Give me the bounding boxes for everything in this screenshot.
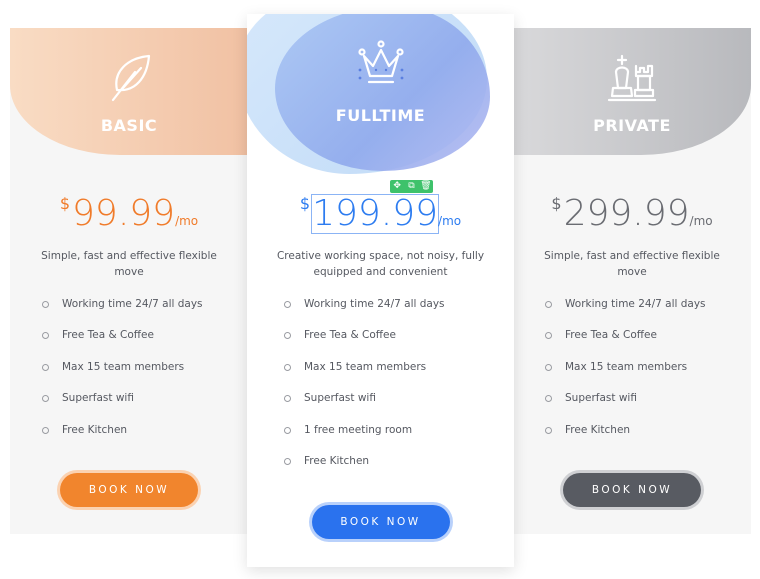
circle-bullet-icon [42, 363, 49, 371]
list-item: Working time 24/7 all days [282, 296, 504, 327]
price-amount: 99.99 [72, 193, 176, 234]
feature-list: Working time 24/7 all days Free Tea & Co… [543, 296, 741, 453]
price-period: /mo [689, 214, 713, 228]
circle-bullet-icon [284, 457, 291, 465]
pricing-card-private: PRIVATE $299.99/mo Simple, fast and effe… [513, 28, 751, 534]
list-item: Free Tea & Coffee [282, 327, 504, 358]
circle-bullet-icon [545, 426, 552, 434]
circle-bullet-icon [545, 301, 552, 308]
list-item: Free Tea & Coffee [40, 327, 238, 358]
currency-symbol: $ [59, 194, 71, 213]
chess-pieces-icon [606, 52, 658, 108]
plan-price: $299.99/mo [513, 193, 751, 234]
list-item: Free Kitchen [282, 453, 504, 484]
plan-name: FULLTIME [335, 106, 426, 125]
move-icon[interactable]: ✥ [391, 180, 403, 193]
feather-icon [105, 52, 153, 108]
book-now-button-fulltime[interactable]: BOOK NOW [311, 505, 450, 539]
list-item: Superfast wifi [282, 390, 504, 421]
circle-bullet-icon [284, 332, 291, 340]
list-item: Free Kitchen [543, 422, 741, 453]
delete-icon[interactable]: 🗑 [420, 180, 432, 193]
element-edit-toolbar: ✥ ⧉ 🗑 [390, 180, 433, 193]
list-item: Superfast wifi [543, 390, 741, 421]
pricing-card-fulltime: FULLTIME ✥ ⧉ 🗑 $199.99/mo Creative worki… [247, 14, 514, 567]
circle-bullet-icon [42, 301, 49, 308]
plan-description: Creative working space, not noisy, fully… [276, 250, 485, 278]
circle-bullet-icon [42, 332, 49, 340]
plan-description: Simple, fast and effective flexible move [41, 250, 217, 278]
circle-bullet-icon [284, 301, 291, 308]
plan-name: PRIVATE [593, 116, 671, 135]
crown-icon [356, 40, 406, 94]
circle-bullet-icon [284, 426, 291, 434]
circle-bullet-icon [42, 395, 49, 403]
list-item: Free Kitchen [40, 422, 238, 453]
circle-bullet-icon [545, 332, 552, 340]
price-period: /mo [175, 214, 199, 228]
circle-bullet-icon [284, 363, 291, 371]
feature-list: Working time 24/7 all days Free Tea & Co… [282, 296, 504, 484]
plan-price: $99.99/mo [10, 193, 248, 234]
list-item: Working time 24/7 all days [40, 296, 238, 327]
list-item: Working time 24/7 all days [543, 296, 741, 327]
circle-bullet-icon [545, 395, 552, 403]
list-item: Superfast wifi [40, 390, 238, 421]
plan-price: $199.99/mo [247, 194, 514, 234]
pricing-section: BASIC $99.99/mo Simple, fast and effecti… [0, 0, 760, 579]
list-item: Max 15 team members [282, 359, 504, 390]
book-now-button-basic[interactable]: BOOK NOW [60, 473, 198, 507]
feature-list: Working time 24/7 all days Free Tea & Co… [40, 296, 238, 453]
book-now-button-private[interactable]: BOOK NOW [563, 473, 701, 507]
duplicate-icon[interactable]: ⧉ [405, 180, 417, 193]
price-period: /mo [438, 214, 462, 228]
price-amount: 299.99 [563, 193, 690, 234]
list-item: Max 15 team members [40, 359, 238, 390]
plan-name: BASIC [100, 116, 158, 135]
circle-bullet-icon [42, 426, 49, 434]
circle-bullet-icon [284, 395, 291, 403]
plan-description: Simple, fast and effective flexible move [544, 250, 720, 278]
list-item: Free Tea & Coffee [543, 327, 741, 358]
list-item: Max 15 team members [543, 359, 741, 390]
pricing-card-basic: BASIC $99.99/mo Simple, fast and effecti… [10, 28, 248, 534]
list-item: 1 free meeting room [282, 422, 504, 453]
circle-bullet-icon [545, 363, 552, 371]
price-amount-selected[interactable]: 199.99 [311, 194, 440, 234]
currency-symbol: $ [551, 194, 562, 213]
currency-symbol: $ [299, 194, 311, 213]
